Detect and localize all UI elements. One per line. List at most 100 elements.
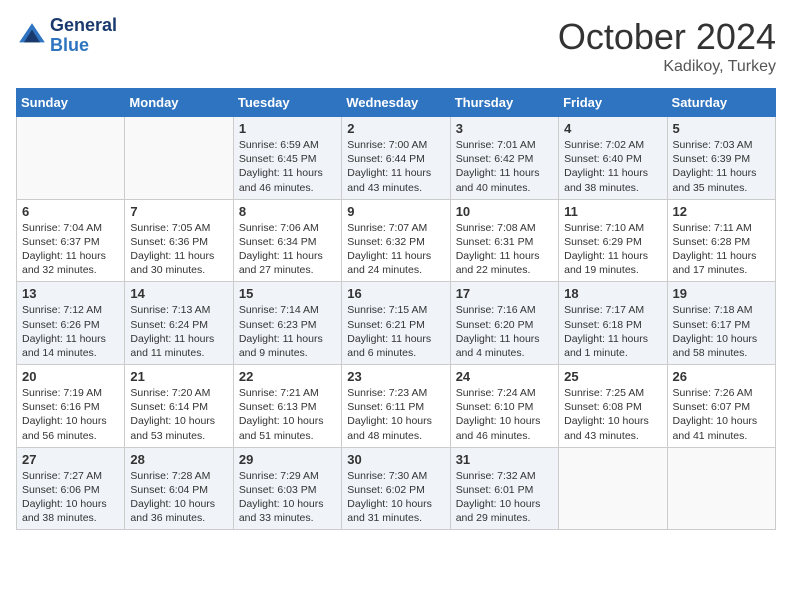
calendar-cell: 29Sunrise: 7:29 AM Sunset: 6:03 PM Dayli… [233,447,341,530]
day-info: Sunrise: 6:59 AM Sunset: 6:45 PM Dayligh… [239,138,336,195]
calendar-cell: 25 Sunrise: 7:25 AM Sunset: 6:08 PM Dayli… [559,365,667,448]
day-number: 13 [22,286,119,301]
calendar-cell: 12Sunrise: 7:11 AM Sunset: 6:28 PM Dayli… [667,199,775,282]
day-info: Sunrise: 7:17 AM Sunset: 6:18 PM Dayligh… [564,303,661,360]
day-number: 24 [456,369,553,384]
header-sunday: Sunday [17,89,125,117]
calendar-week-row: 27 Sunrise: 7:27 AM Sunset: 6:06 PM Dayli… [17,447,776,530]
day-info: Sunrise: 7:02 AM Sunset: 6:40 PM Dayligh… [564,138,661,195]
calendar-cell: 7 Sunrise: 7:05 AM Sunset: 6:36 PM Daylig… [125,199,233,282]
day-number: 4 [564,121,661,136]
day-info: Sunrise: 7:04 AM Sunset: 6:37 PM Dayligh… [22,221,119,278]
day-info: Sunrise: 7:18 AM Sunset: 6:17 PM Dayligh… [673,303,770,360]
day-info: Sunrise: 7:16 AM Sunset: 6:20 PM Dayligh… [456,303,553,360]
calendar-cell: 5 Sunrise: 7:03 AM Sunset: 6:39 PM Daylig… [667,117,775,200]
day-number: 25 [564,369,661,384]
day-info: Sunrise: 7:30 AM Sunset: 6:02 PM Dayligh… [347,469,444,526]
calendar-cell: 24 Sunrise: 7:24 AM Sunset: 6:10 PM Dayli… [450,365,558,448]
calendar-cell: 3 Sunrise: 7:01 AM Sunset: 6:42 PM Daylig… [450,117,558,200]
day-info: Sunrise: 7:24 AM Sunset: 6:10 PM Dayligh… [456,386,553,443]
calendar-cell: 20Sunrise: 7:19 AM Sunset: 6:16 PM Dayli… [17,365,125,448]
calendar-cell: 13Sunrise: 7:12 AM Sunset: 6:26 PM Dayli… [17,282,125,365]
header-saturday: Saturday [667,89,775,117]
day-number: 9 [347,204,444,219]
day-number: 7 [130,204,227,219]
calendar-header-row: SundayMondayTuesdayWednesdayThursdayFrid… [17,89,776,117]
day-info: Sunrise: 7:07 AM Sunset: 6:32 PM Dayligh… [347,221,444,278]
day-number: 5 [673,121,770,136]
calendar-cell: 27 Sunrise: 7:27 AM Sunset: 6:06 PM Dayli… [17,447,125,530]
day-number: 27 [22,452,119,467]
title-block: October 2024 Kadikoy, Turkey [558,16,776,76]
calendar-cell: 1 Sunrise: 6:59 AM Sunset: 6:45 PM Daylig… [233,117,341,200]
calendar-cell: 26 Sunrise: 7:26 AM Sunset: 6:07 PM Dayli… [667,365,775,448]
day-info: Sunrise: 7:05 AM Sunset: 6:36 PM Dayligh… [130,221,227,278]
day-number: 3 [456,121,553,136]
calendar-cell: 17 Sunrise: 7:16 AM Sunset: 6:20 PM Dayli… [450,282,558,365]
calendar-cell: 21 Sunrise: 7:20 AM Sunset: 6:14 PM Dayli… [125,365,233,448]
day-number: 11 [564,204,661,219]
calendar-week-row: 1 Sunrise: 6:59 AM Sunset: 6:45 PM Daylig… [17,117,776,200]
day-info: Sunrise: 7:06 AM Sunset: 6:34 PM Dayligh… [239,221,336,278]
day-info: Sunrise: 7:26 AM Sunset: 6:07 PM Dayligh… [673,386,770,443]
day-number: 29 [239,452,336,467]
day-info: Sunrise: 7:13 AM Sunset: 6:24 PM Dayligh… [130,303,227,360]
day-info: Sunrise: 7:01 AM Sunset: 6:42 PM Dayligh… [456,138,553,195]
day-info: Sunrise: 7:14 AM Sunset: 6:23 PM Dayligh… [239,303,336,360]
calendar-week-row: 6 Sunrise: 7:04 AM Sunset: 6:37 PM Daylig… [17,199,776,282]
calendar-cell: 4 Sunrise: 7:02 AM Sunset: 6:40 PM Daylig… [559,117,667,200]
calendar-cell: 11 Sunrise: 7:10 AM Sunset: 6:29 PM Dayli… [559,199,667,282]
day-number: 2 [347,121,444,136]
day-info: Sunrise: 7:10 AM Sunset: 6:29 PM Dayligh… [564,221,661,278]
header-monday: Monday [125,89,233,117]
day-info: Sunrise: 7:23 AM Sunset: 6:11 PM Dayligh… [347,386,444,443]
day-number: 19 [673,286,770,301]
calendar-cell: 10Sunrise: 7:08 AM Sunset: 6:31 PM Dayli… [450,199,558,282]
location: Kadikoy, Turkey [558,58,776,76]
day-info: Sunrise: 7:00 AM Sunset: 6:44 PM Dayligh… [347,138,444,195]
calendar-table: SundayMondayTuesdayWednesdayThursdayFrid… [16,88,776,530]
day-number: 6 [22,204,119,219]
calendar-cell: 14 Sunrise: 7:13 AM Sunset: 6:24 PM Dayli… [125,282,233,365]
day-number: 8 [239,204,336,219]
day-info: Sunrise: 7:28 AM Sunset: 6:04 PM Dayligh… [130,469,227,526]
calendar-cell: 22Sunrise: 7:21 AM Sunset: 6:13 PM Dayli… [233,365,341,448]
calendar-cell: 31 Sunrise: 7:32 AM Sunset: 6:01 PM Dayli… [450,447,558,530]
calendar-cell: 16 Sunrise: 7:15 AM Sunset: 6:21 PM Dayli… [342,282,450,365]
day-number: 18 [564,286,661,301]
day-number: 28 [130,452,227,467]
calendar-cell: 30 Sunrise: 7:30 AM Sunset: 6:02 PM Dayli… [342,447,450,530]
calendar-week-row: 13Sunrise: 7:12 AM Sunset: 6:26 PM Dayli… [17,282,776,365]
day-number: 26 [673,369,770,384]
calendar-cell: 9 Sunrise: 7:07 AM Sunset: 6:32 PM Daylig… [342,199,450,282]
day-number: 14 [130,286,227,301]
day-number: 21 [130,369,227,384]
day-number: 1 [239,121,336,136]
calendar-cell: 19 Sunrise: 7:18 AM Sunset: 6:17 PM Dayli… [667,282,775,365]
day-number: 30 [347,452,444,467]
logo-icon [16,20,48,52]
calendar-cell: 6 Sunrise: 7:04 AM Sunset: 6:37 PM Daylig… [17,199,125,282]
calendar-cell: 18 Sunrise: 7:17 AM Sunset: 6:18 PM Dayli… [559,282,667,365]
day-number: 23 [347,369,444,384]
calendar-cell: 15 Sunrise: 7:14 AM Sunset: 6:23 PM Dayli… [233,282,341,365]
day-info: Sunrise: 7:32 AM Sunset: 6:01 PM Dayligh… [456,469,553,526]
day-info: Sunrise: 7:11 AM Sunset: 6:28 PM Dayligh… [673,221,770,278]
logo-text: General Blue [50,16,117,56]
page-header: General Blue October 2024 Kadikoy, Turke… [16,16,776,76]
header-wednesday: Wednesday [342,89,450,117]
day-number: 31 [456,452,553,467]
calendar-cell: 8 Sunrise: 7:06 AM Sunset: 6:34 PM Daylig… [233,199,341,282]
day-number: 16 [347,286,444,301]
day-info: Sunrise: 7:27 AM Sunset: 6:06 PM Dayligh… [22,469,119,526]
day-number: 20 [22,369,119,384]
day-info: Sunrise: 7:25 AM Sunset: 6:08 PM Dayligh… [564,386,661,443]
day-number: 17 [456,286,553,301]
day-info: Sunrise: 7:15 AM Sunset: 6:21 PM Dayligh… [347,303,444,360]
day-info: Sunrise: 7:20 AM Sunset: 6:14 PM Dayligh… [130,386,227,443]
day-info: Sunrise: 7:03 AM Sunset: 6:39 PM Dayligh… [673,138,770,195]
month-title: October 2024 [558,16,776,58]
calendar-week-row: 20Sunrise: 7:19 AM Sunset: 6:16 PM Dayli… [17,365,776,448]
logo: General Blue [16,16,117,56]
day-number: 15 [239,286,336,301]
